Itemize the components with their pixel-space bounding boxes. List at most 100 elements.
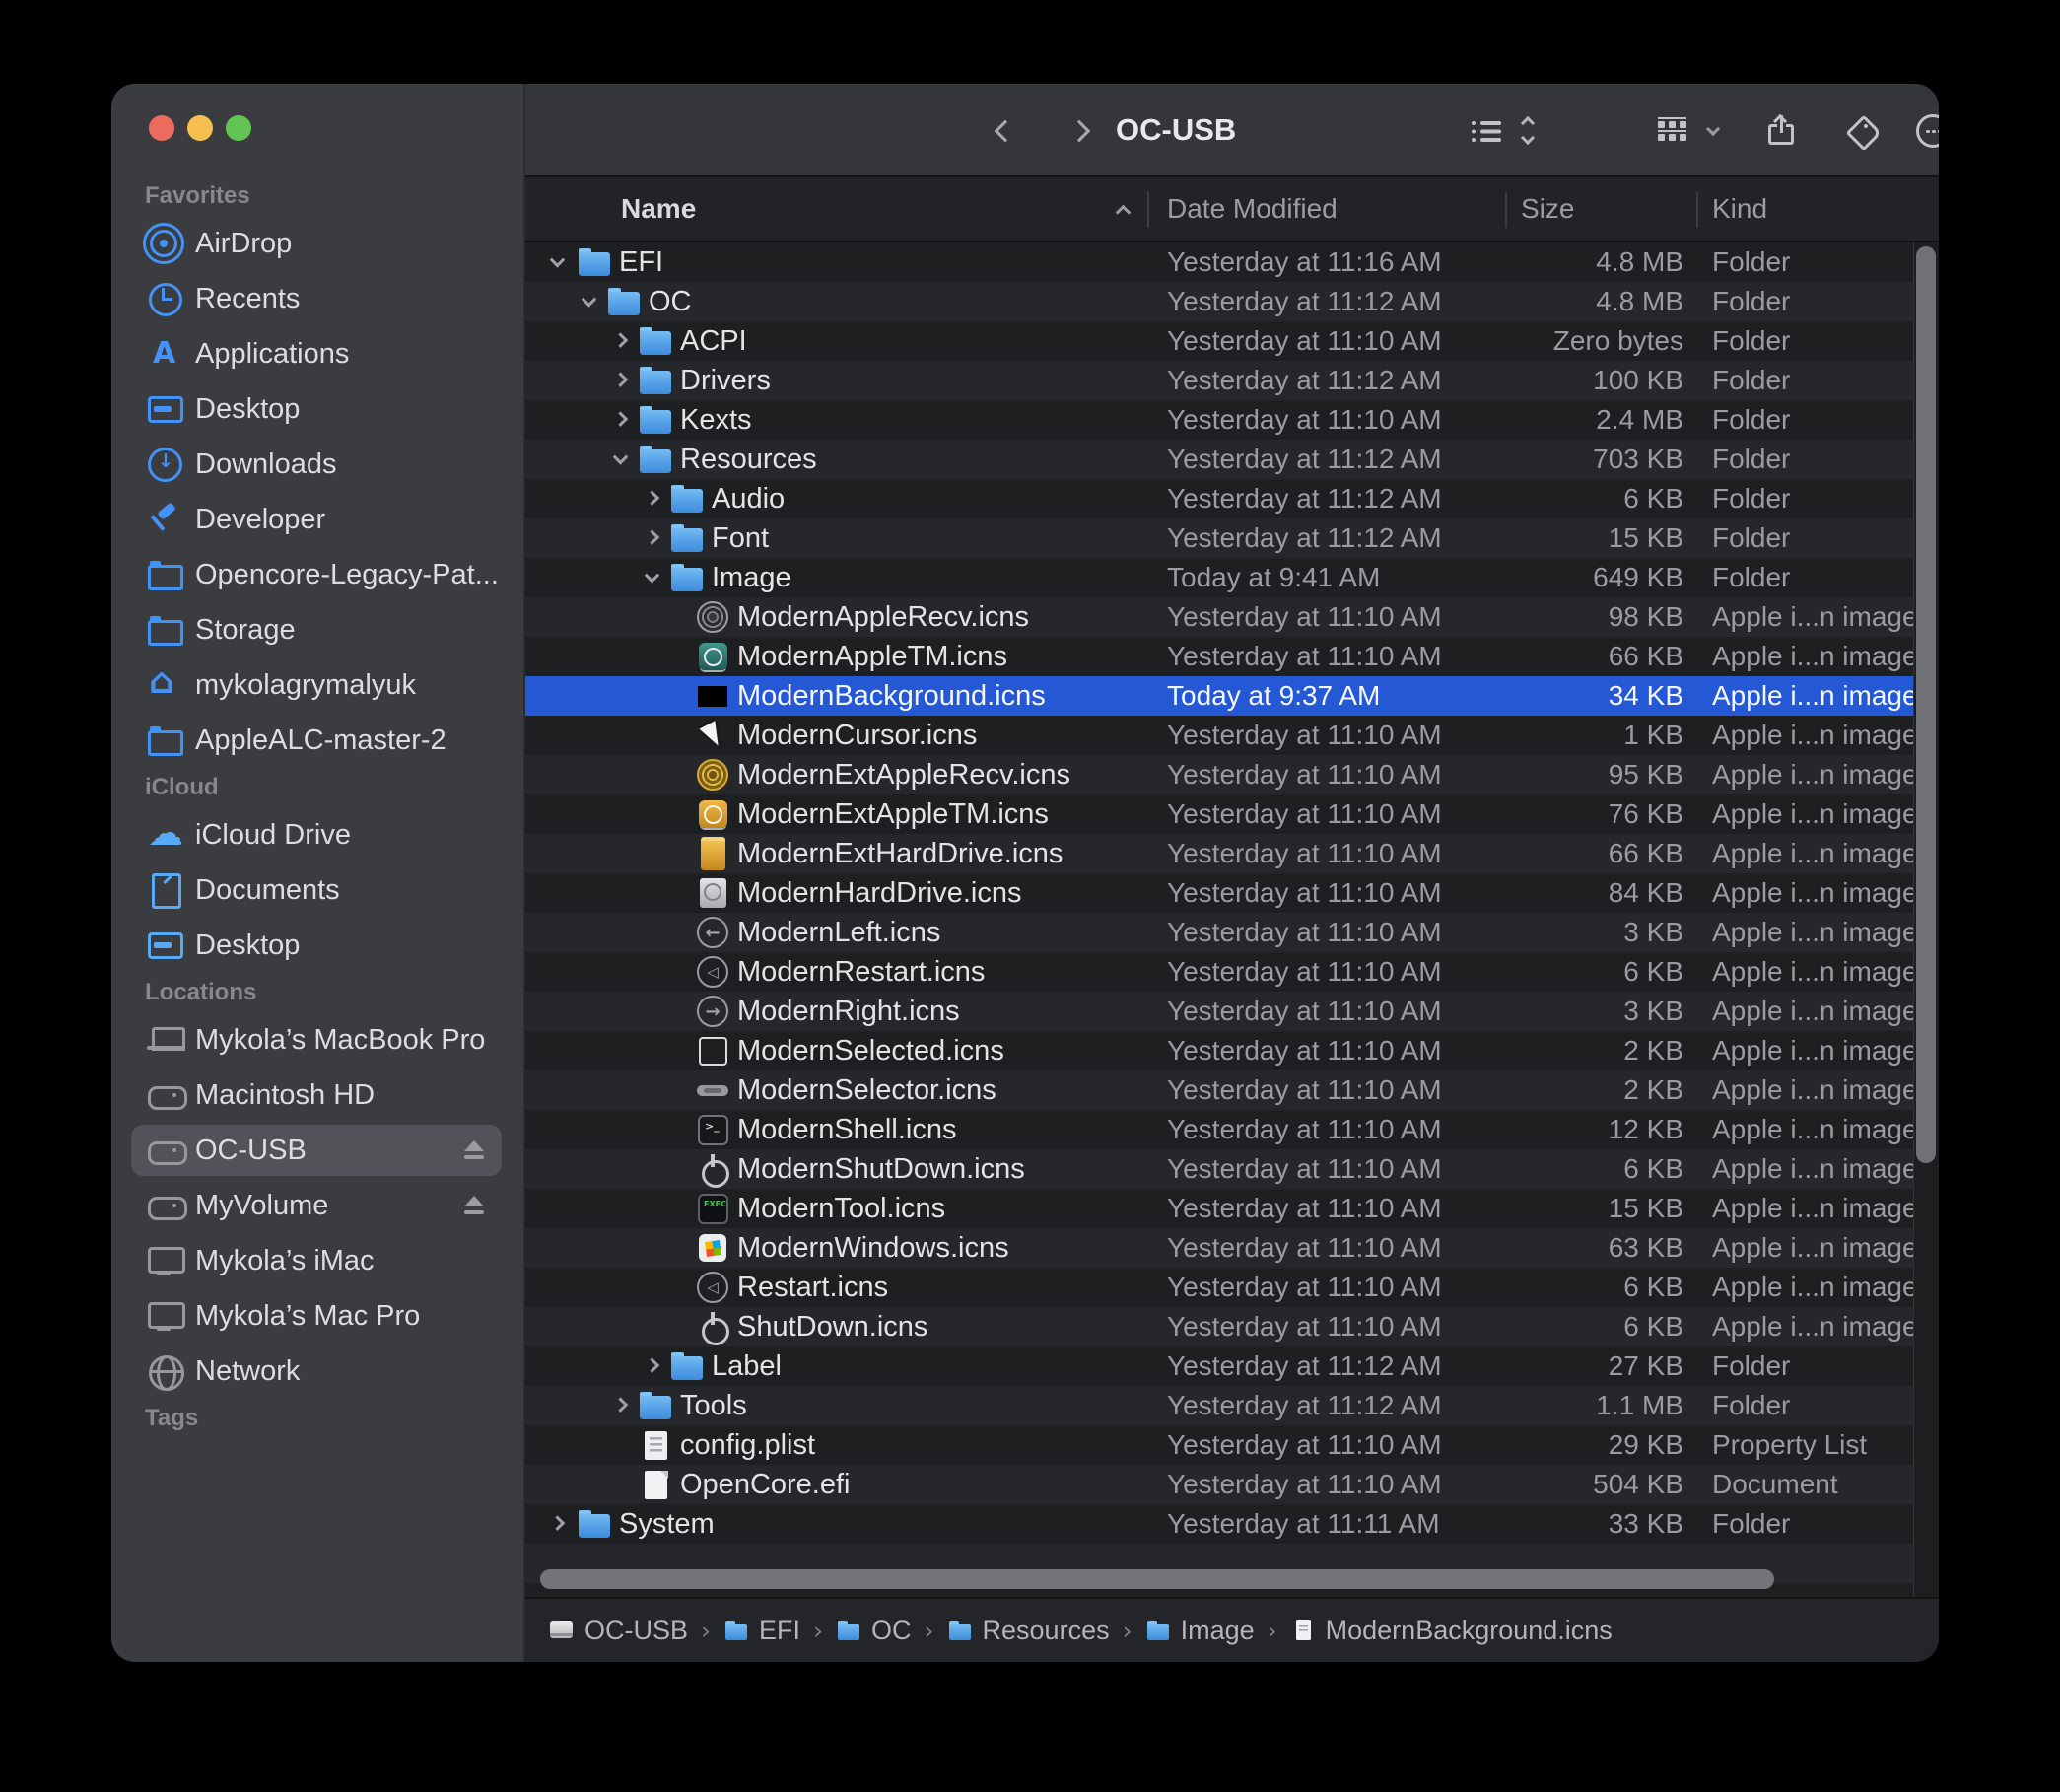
table-row[interactable]: ModernHardDrive.icns Yesterday at 11:10 …	[525, 873, 1939, 913]
table-row[interactable]: Drivers Yesterday at 11:12 AM 100 KB Fol…	[525, 361, 1939, 400]
share-button[interactable]	[1765, 84, 1799, 177]
disclosure-triangle-icon[interactable]	[645, 490, 660, 506]
disclosure-triangle-icon[interactable]	[582, 292, 597, 308]
minimize-window-button[interactable]	[187, 115, 213, 141]
table-row[interactable]: Restart.icns Yesterday at 11:10 AM 6 KB …	[525, 1268, 1939, 1307]
table-row[interactable]: ModernWindows.icns Yesterday at 11:10 AM…	[525, 1228, 1939, 1268]
table-row[interactable]: config.plist Yesterday at 11:10 AM 29 KB…	[525, 1425, 1939, 1465]
column-header-size[interactable]: Size	[1521, 177, 1574, 241]
column-divider[interactable]	[1505, 192, 1507, 228]
table-row[interactable]: ModernShell.icns Yesterday at 11:10 AM 1…	[525, 1110, 1939, 1149]
column-divider[interactable]	[1696, 192, 1698, 228]
sidebar-item-applications[interactable]: Applications	[111, 326, 523, 381]
table-row[interactable]: Audio Yesterday at 11:12 AM 6 KB Folder	[525, 479, 1939, 518]
sidebar-item-airdrop[interactable]: AirDrop	[111, 216, 523, 271]
table-row[interactable]: ShutDown.icns Yesterday at 11:10 AM 6 KB…	[525, 1307, 1939, 1346]
table-row[interactable]: ModernTool.icns Yesterday at 11:10 AM 15…	[525, 1189, 1939, 1228]
path-item[interactable]: EFI	[723, 1616, 800, 1646]
sidebar-item-desktop[interactable]: Desktop	[111, 381, 523, 437]
table-row[interactable]: Font Yesterday at 11:12 AM 15 KB Folder	[525, 518, 1939, 558]
table-row[interactable]: ModernExtAppleTM.icns Yesterday at 11:10…	[525, 794, 1939, 834]
sidebar-item-network[interactable]: Network	[111, 1344, 523, 1399]
more-actions-button[interactable]	[1915, 84, 1939, 177]
table-row[interactable]: ModernExtAppleRecv.icns Yesterday at 11:…	[525, 755, 1939, 794]
zoom-window-button[interactable]	[226, 115, 251, 141]
disclosure-triangle-icon[interactable]	[613, 449, 629, 465]
disclosure-triangle-icon[interactable]	[550, 252, 566, 268]
sidebar-item-mykola-s-macbook-pro[interactable]: Mykola’s MacBook Pro	[111, 1012, 523, 1068]
sidebar-item-recents[interactable]: Recents	[111, 271, 523, 326]
table-row[interactable]: ACPI Yesterday at 11:10 AM Zero bytes Fo…	[525, 321, 1939, 361]
table-row[interactable]: ModernExtHardDrive.icns Yesterday at 11:…	[525, 834, 1939, 873]
table-row[interactable]: Image Today at 9:41 AM 649 KB Folder	[525, 558, 1939, 597]
table-row[interactable]: ModernAppleTM.icns Yesterday at 11:10 AM…	[525, 637, 1939, 676]
list-view-icon	[1472, 119, 1501, 143]
view-stepper[interactable]	[1517, 84, 1539, 177]
disclosure-triangle-icon[interactable]	[550, 1515, 566, 1531]
column-header-name[interactable]: Name	[621, 177, 696, 241]
folder-icon	[836, 1619, 861, 1642]
forward-button[interactable]	[1065, 84, 1093, 177]
sidebar-item-mykola-s-imac[interactable]: Mykola’s iMac	[111, 1233, 523, 1288]
sidebar-item-mykolagrymalyuk[interactable]: mykolagrymalyuk	[111, 657, 523, 713]
group-by-chevron[interactable]	[1704, 84, 1722, 177]
sidebar-item-opencore-legacy-pat-[interactable]: Opencore-Legacy-Pat...	[111, 547, 523, 602]
column-divider[interactable]	[1147, 192, 1149, 228]
file-kind: Apple i...n image	[1712, 1110, 1918, 1149]
disclosure-triangle-icon[interactable]	[613, 332, 629, 348]
sidebar-item-myvolume[interactable]: MyVolume	[111, 1178, 523, 1233]
close-window-button[interactable]	[149, 115, 174, 141]
disclosure-triangle-icon[interactable]	[613, 1397, 629, 1413]
eject-icon[interactable]	[462, 1196, 486, 1215]
table-row[interactable]: OC Yesterday at 11:12 AM 4.8 MB Folder	[525, 282, 1939, 321]
table-row[interactable]: ModernRight.icns Yesterday at 11:10 AM 3…	[525, 992, 1939, 1031]
disclosure-triangle-icon[interactable]	[645, 568, 660, 584]
table-row[interactable]: ModernSelector.icns Yesterday at 11:10 A…	[525, 1070, 1939, 1110]
group-by-button[interactable]	[1657, 84, 1692, 177]
file-date-modified: Yesterday at 11:10 AM	[1167, 1465, 1442, 1504]
sidebar-item-developer[interactable]: Developer	[111, 492, 523, 547]
sidebar-item-icloud-drive[interactable]: iCloud Drive	[111, 807, 523, 862]
sidebar-item-applealc-master-2[interactable]: AppleALC-master-2	[111, 713, 523, 768]
table-row[interactable]: ModernSelected.icns Yesterday at 11:10 A…	[525, 1031, 1939, 1070]
table-row[interactable]: Resources Yesterday at 11:12 AM 703 KB F…	[525, 440, 1939, 479]
path-item[interactable]: OC-USB	[549, 1616, 688, 1646]
table-row[interactable]: ModernLeft.icns Yesterday at 11:10 AM 3 …	[525, 913, 1939, 952]
table-row[interactable]: Label Yesterday at 11:12 AM 27 KB Folder	[525, 1346, 1939, 1386]
table-row[interactable]: ModernRestart.icns Yesterday at 11:10 AM…	[525, 952, 1939, 992]
column-header-kind[interactable]: Kind	[1712, 177, 1767, 241]
finder-window: Favorites AirDrop Recents Applications D…	[111, 84, 1939, 1662]
table-row[interactable]: ModernShutDown.icns Yesterday at 11:10 A…	[525, 1149, 1939, 1189]
sidebar-item-documents[interactable]: Documents	[111, 862, 523, 918]
vertical-scrollbar[interactable]	[1916, 246, 1936, 1163]
disclosure-triangle-icon[interactable]	[645, 1357, 660, 1373]
sidebar-item-downloads[interactable]: Downloads	[111, 437, 523, 492]
sidebar-item-storage[interactable]: Storage	[111, 602, 523, 657]
table-row[interactable]: ModernAppleRecv.icns Yesterday at 11:10 …	[525, 597, 1939, 637]
eject-icon[interactable]	[462, 1140, 486, 1160]
path-item[interactable]: Resources	[947, 1616, 1110, 1646]
view-options-button[interactable]	[1470, 84, 1503, 177]
sidebar-item-desktop[interactable]: Desktop	[111, 918, 523, 973]
path-item[interactable]: ModernBackground.icns	[1290, 1616, 1613, 1646]
path-item[interactable]: OC	[836, 1616, 912, 1646]
table-row[interactable]: ModernBackground.icns Today at 9:37 AM 3…	[525, 676, 1939, 716]
disclosure-triangle-icon[interactable]	[613, 372, 629, 387]
folder-icon	[723, 1619, 749, 1642]
disclosure-triangle-icon[interactable]	[613, 411, 629, 427]
disclosure-triangle-icon[interactable]	[645, 529, 660, 545]
table-row[interactable]: EFI Yesterday at 11:16 AM 4.8 MB Folder	[525, 242, 1939, 282]
table-row[interactable]: Tools Yesterday at 11:12 AM 1.1 MB Folde…	[525, 1386, 1939, 1425]
horizontal-scrollbar[interactable]	[540, 1569, 1774, 1589]
path-item[interactable]: Image	[1145, 1616, 1255, 1646]
table-row[interactable]: System Yesterday at 11:11 AM 33 KB Folde…	[525, 1504, 1939, 1544]
table-row[interactable]: OpenCore.efi Yesterday at 11:10 AM 504 K…	[525, 1465, 1939, 1504]
table-row[interactable]: ModernCursor.icns Yesterday at 11:10 AM …	[525, 716, 1939, 755]
back-button[interactable]	[992, 84, 1019, 177]
sidebar-item-mykola-s-mac-pro[interactable]: Mykola’s Mac Pro	[111, 1288, 523, 1344]
column-header-date-modified[interactable]: Date Modified	[1167, 177, 1338, 241]
sidebar-item-oc-usb[interactable]: OC-USB	[111, 1123, 523, 1178]
table-row[interactable]: Kexts Yesterday at 11:10 AM 2.4 MB Folde…	[525, 400, 1939, 440]
sidebar-item-macintosh-hd[interactable]: Macintosh HD	[111, 1068, 523, 1123]
tag-button[interactable]	[1844, 84, 1880, 177]
